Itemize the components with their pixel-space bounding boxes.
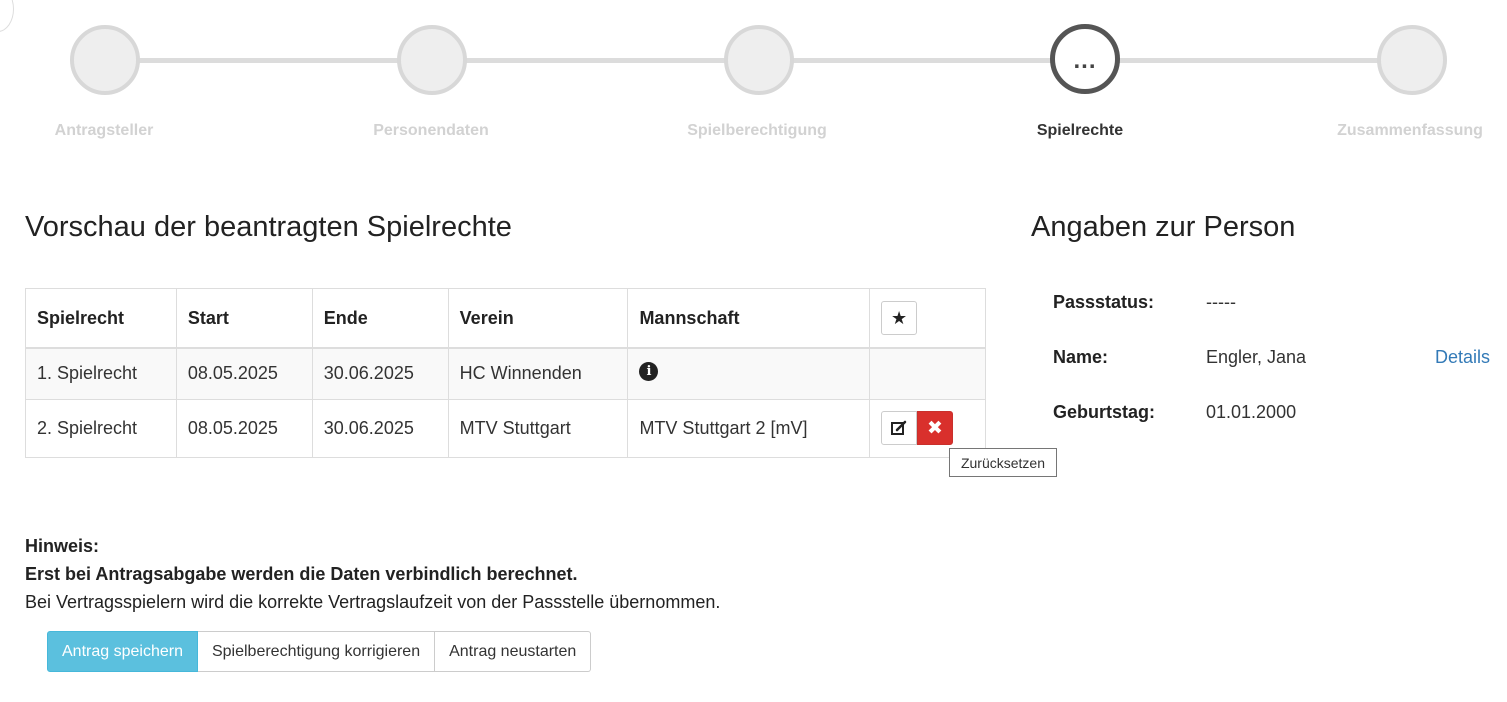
edit-icon (891, 420, 907, 435)
step-label-zusammenfassung: Zusammenfassung (1337, 122, 1483, 139)
cell-verein: HC Winnenden (447, 347, 629, 400)
table-row: 1. Spielrecht 08.05.2025 30.06.2025 HC W… (25, 347, 986, 400)
cell-spielrecht: 2. Spielrecht (25, 398, 177, 458)
column-header-ende: Ende (311, 288, 449, 349)
name-label: Name: (1053, 347, 1109, 367)
table-row: 2. Spielrecht 08.05.2025 30.06.2025 MTV … (25, 398, 986, 458)
reset-button[interactable]: ✖ (917, 411, 954, 445)
close-icon: ✖ (927, 417, 943, 439)
restart-application-button[interactable]: Antrag neustarten (435, 631, 592, 672)
cell-actions (869, 347, 986, 400)
step-active-indicator: ... (1073, 47, 1097, 74)
name-value: Engler, Jana (1206, 347, 1307, 367)
cell-mannschaft: MTV Stuttgart 2 [mV] (627, 398, 871, 458)
reset-tooltip: Zurücksetzen (949, 448, 1057, 477)
save-application-button[interactable]: Antrag speichern (47, 631, 198, 672)
cell-spielrecht: 1. Spielrecht (25, 347, 177, 400)
step-connector (1116, 58, 1380, 63)
column-header-spielrecht: Spielrecht (25, 288, 177, 349)
favorite-button[interactable]: ★ (881, 301, 918, 335)
step-circle-antragsteller[interactable] (70, 25, 140, 95)
cell-mannschaft: i (627, 347, 871, 400)
step-label-spielberechtigung: Spielberechtigung (687, 122, 827, 139)
birthday-label: Geburtstag: (1053, 402, 1156, 422)
step-label-spielrechte: Spielrechte (1036, 122, 1124, 139)
window-corner-decoration (0, 0, 14, 32)
details-link[interactable]: Details (1435, 347, 1490, 368)
step-circle-zusammenfassung[interactable] (1377, 25, 1447, 95)
column-header-verein: Verein (447, 288, 629, 349)
person-panel-title: Angaben zur Person (1031, 211, 1296, 243)
step-label-personendaten: Personendaten (373, 122, 489, 139)
step-connector (462, 58, 726, 63)
step-circle-personendaten[interactable] (397, 25, 467, 95)
action-button-group: Antrag speichern Spielberechtigung korri… (47, 631, 592, 672)
birthday-value: 01.01.2000 (1206, 402, 1297, 422)
edit-button[interactable] (881, 411, 918, 445)
correct-eligibility-button[interactable]: Spielberechtigung korrigieren (197, 631, 436, 672)
progress-stepper: ... Antragsteller Personendaten Spielber… (0, 0, 1507, 160)
hint-heading: Hinweis: (25, 536, 100, 556)
step-connector (135, 58, 399, 63)
column-header-mannschaft: Mannschaft (627, 288, 871, 349)
step-circle-spielberechtigung[interactable] (724, 25, 794, 95)
step-label-antragsteller: Antragsteller (54, 122, 154, 139)
column-header-start: Start (175, 288, 313, 349)
cell-verein: MTV Stuttgart (447, 398, 629, 458)
info-icon[interactable]: i (639, 362, 659, 381)
cell-start: 08.05.2025 (175, 398, 313, 458)
cell-ende: 30.06.2025 (311, 398, 449, 458)
step-connector (789, 58, 1053, 63)
cell-start: 08.05.2025 (175, 347, 313, 400)
passstatus-label: Passstatus: (1053, 292, 1155, 312)
star-icon: ★ (890, 307, 908, 328)
page-title: Vorschau der beantragten Spielrechte (25, 211, 512, 243)
step-circle-spielrechte[interactable]: ... (1050, 24, 1120, 94)
table-header-row: Spielrecht Start Ende Verein Mannschaft … (25, 288, 986, 349)
hint-bold-text: Erst bei Antragsabgabe werden die Daten … (25, 564, 578, 584)
column-header-actions: ★ (869, 288, 986, 349)
passstatus-value: ----- (1206, 292, 1236, 312)
spielrechte-table: Spielrecht Start Ende Verein Mannschaft … (25, 288, 986, 458)
row-action-group: ✖ (881, 411, 954, 445)
hint-box: Hinweis: Erst bei Antragsabgabe werden d… (25, 532, 720, 616)
hint-text: Bei Vertragsspielern wird die korrekte V… (25, 592, 721, 612)
cell-ende: 30.06.2025 (311, 347, 449, 400)
